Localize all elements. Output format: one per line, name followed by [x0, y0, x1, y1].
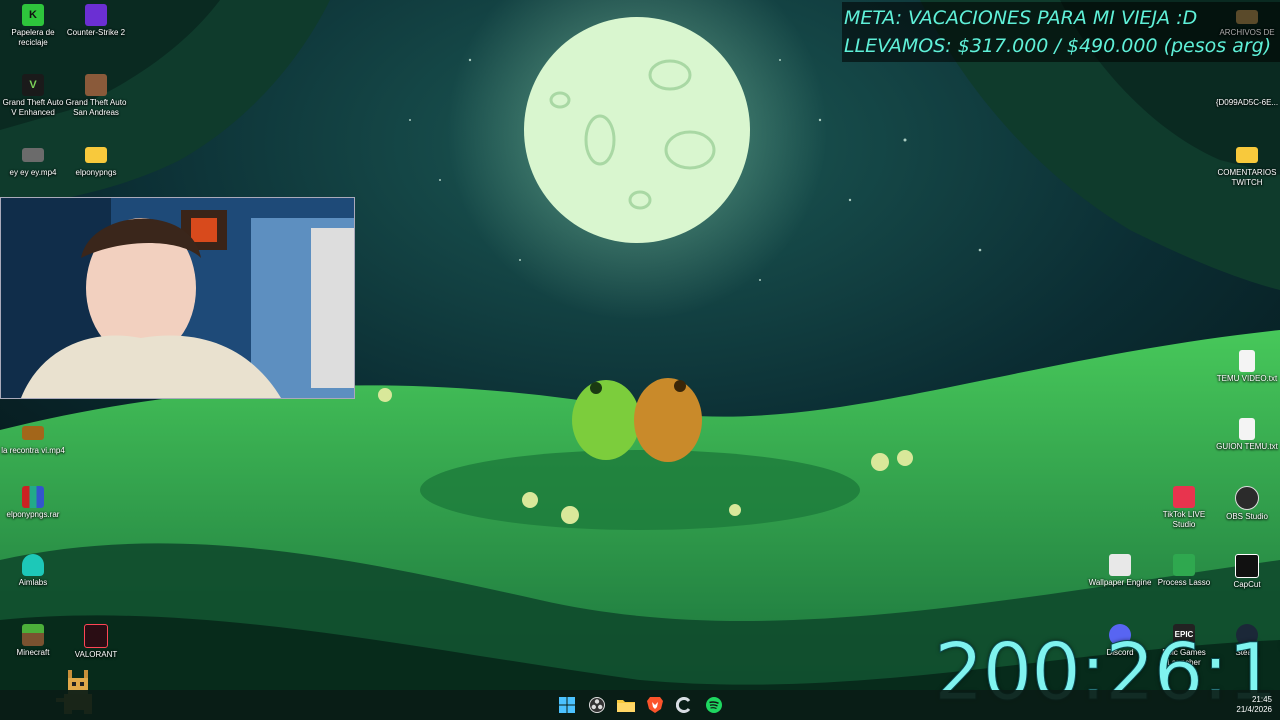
video-file-icon — [22, 426, 44, 440]
desktop-icon-valorant[interactable]: VALORANT — [63, 624, 129, 660]
icon-label: Grand Theft Auto V Enhanced — [2, 98, 64, 117]
desktop-icon-minecraft[interactable]: Minecraft — [0, 624, 66, 658]
valorant-icon — [84, 624, 108, 648]
desktop-icon-wallpaper-engine[interactable]: Wallpaper Engine — [1087, 554, 1153, 588]
desktop-icon-gta5[interactable]: V Grand Theft Auto V Enhanced — [0, 74, 66, 118]
desktop-icon-folder-elponypngs[interactable]: elponypngs — [63, 144, 129, 178]
icon-label: {D099AD5C-6E... — [1215, 98, 1279, 107]
icon-label: OBS Studio — [1226, 512, 1268, 521]
taskbar-file-explorer[interactable] — [614, 693, 638, 717]
aimlabs-icon — [22, 554, 44, 576]
desktop-icon-guid-file[interactable]: {D099AD5C-6E... — [1214, 74, 1280, 108]
file-explorer-icon — [617, 700, 635, 712]
spotify-icon — [706, 697, 722, 713]
taskbar-brave[interactable] — [643, 693, 667, 717]
icon-label: Process Lasso — [1157, 578, 1211, 587]
folder-icon — [1236, 10, 1258, 24]
desktop-icon-cs2[interactable]: Counter-Strike 2 — [63, 4, 129, 38]
minecraft-icon — [22, 624, 44, 646]
icon-label: Aimlabs — [18, 578, 48, 587]
gta-san-andreas-icon — [85, 74, 107, 96]
brave-browser-icon — [647, 697, 663, 713]
icon-label: TEMU VIDEO.txt — [1216, 374, 1278, 383]
gta-v-icon: V — [22, 74, 44, 96]
folder-icon — [85, 147, 107, 163]
desktop-icon-tiktok[interactable]: TikTok LIVE Studio — [1151, 486, 1217, 530]
desktop-icon-video-ey[interactable]: ey ey ey.mp4 — [0, 144, 66, 178]
desktop-icon-aimlabs[interactable]: Aimlabs — [0, 554, 66, 588]
folder-icon — [1236, 147, 1258, 163]
windows-start-icon — [559, 697, 575, 713]
desktop-icon-obs[interactable]: OBS Studio — [1214, 486, 1280, 522]
icon-label: ey ey ey.mp4 — [9, 168, 57, 177]
icon-label: CapCut — [1233, 580, 1261, 589]
wallpaper-engine-icon — [1109, 554, 1131, 576]
icon-label: elponypngs.rar — [6, 510, 60, 519]
tiktok-live-icon — [1173, 486, 1195, 508]
desktop-icon-comentarios[interactable]: COMENTARIOS TWITCH — [1214, 144, 1280, 188]
winrar-archive-icon — [22, 486, 44, 508]
ccleaner-icon — [676, 697, 691, 713]
taskbar: 21:45 21/4/2026 — [0, 690, 1280, 720]
taskbar-spotify[interactable] — [702, 693, 726, 717]
icon-label: Counter-Strike 2 — [66, 28, 126, 37]
desktop-icon-capcut[interactable]: CapCut — [1214, 554, 1280, 590]
desktop-icon-video-recontra[interactable]: la recontra vi.mp4 — [0, 422, 66, 456]
desktop-icon-rar[interactable]: elponypngs.rar — [0, 486, 66, 520]
recycle-bin-icon: K — [22, 4, 44, 26]
desktop-icon-temu-video[interactable]: TEMU VIDEO.txt — [1214, 350, 1280, 384]
icon-label: Grand Theft Auto San Andreas — [65, 98, 127, 117]
text-file-icon — [1239, 418, 1255, 440]
icon-label: Papelera de reciclaje — [11, 28, 55, 47]
clock-time: 21:45 — [1251, 695, 1272, 704]
icon-label: la recontra vi.mp4 — [1, 446, 65, 455]
system-clock[interactable]: 21:45 21/4/2026 — [1236, 695, 1272, 715]
desktop-icon-guion-temu[interactable]: GUION TEMU.txt — [1214, 418, 1280, 452]
obs-icon — [589, 697, 605, 713]
capcut-icon — [1235, 554, 1259, 578]
obs-icon — [1235, 486, 1259, 510]
icon-label: Wallpaper Engine — [1088, 578, 1152, 587]
icon-label: Minecraft — [16, 648, 50, 657]
icon-label: TikTok LIVE Studio — [1162, 510, 1206, 529]
taskbar-obs[interactable] — [585, 693, 609, 717]
icon-label: COMENTARIOS TWITCH — [1217, 168, 1277, 187]
icon-label: ARCHIVOS DE — [1219, 28, 1275, 37]
process-lasso-icon — [1173, 554, 1195, 576]
icon-label: GUION TEMU.txt — [1216, 442, 1278, 451]
desktop-icon-gtasa[interactable]: Grand Theft Auto San Andreas — [63, 74, 129, 118]
desktop-icon-process-lasso[interactable]: Process Lasso — [1151, 554, 1217, 588]
counter-strike-icon — [85, 4, 107, 26]
clock-date: 21/4/2026 — [1236, 705, 1272, 714]
webcam-feed — [0, 197, 355, 399]
icon-label: elponypngs — [75, 168, 117, 177]
desktop-icon-recycle-bin[interactable]: K Papelera de reciclaje — [0, 4, 66, 48]
icon-label: VALORANT — [74, 650, 118, 659]
desktop-icon-archivos[interactable]: ARCHIVOS DE — [1214, 6, 1280, 38]
video-file-icon — [22, 148, 44, 162]
taskbar-ccleaner[interactable] — [672, 693, 696, 717]
text-file-icon — [1239, 350, 1255, 372]
start-button[interactable] — [555, 693, 579, 717]
file-icon — [1236, 74, 1258, 96]
